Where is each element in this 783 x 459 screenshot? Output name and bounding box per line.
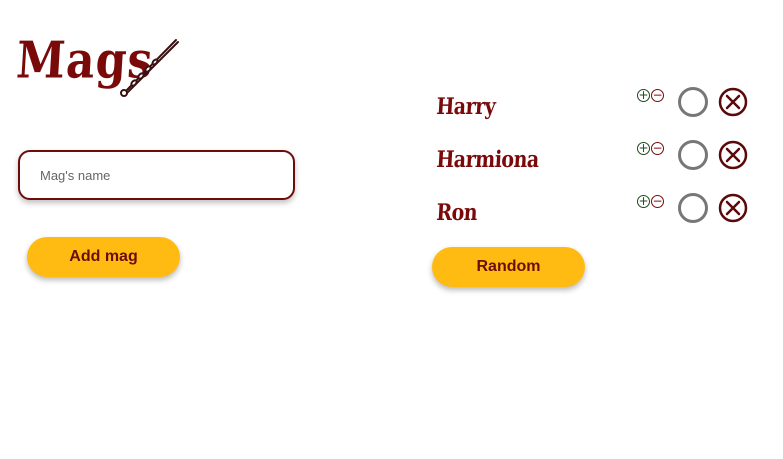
select-radio[interactable] [678, 140, 708, 170]
select-radio[interactable] [678, 193, 708, 223]
close-circle-icon[interactable] [718, 140, 748, 170]
mag-list-item: Harry + − [435, 87, 757, 130]
mag-list-item: Harmiona + − [435, 140, 757, 183]
minus-circle-icon[interactable]: − [651, 142, 664, 155]
plus-circle-icon[interactable]: + [637, 142, 650, 155]
close-circle-icon[interactable] [718, 87, 748, 117]
mag-name: Harry [435, 93, 496, 120]
mag-name: Harmiona [435, 146, 540, 173]
mag-name: Ron [435, 199, 478, 226]
wand-icon [120, 39, 179, 97]
close-circle-icon[interactable] [718, 193, 748, 223]
select-radio[interactable] [678, 87, 708, 117]
plus-circle-icon[interactable]: + [637, 195, 650, 208]
score-controls: + − [637, 192, 669, 208]
minus-circle-icon[interactable]: − [651, 89, 664, 102]
score-controls: + − [637, 86, 669, 102]
score-controls: + − [637, 139, 669, 155]
mag-name-input[interactable] [18, 150, 295, 200]
add-mag-button[interactable]: Add mag [27, 237, 180, 277]
mag-list-item: Ron + − [435, 193, 757, 236]
plus-circle-icon[interactable]: + [637, 89, 650, 102]
random-button[interactable]: Random [432, 247, 585, 287]
page: Mags Add mag Harry +− Harmiona +− [0, 0, 783, 459]
minus-circle-icon[interactable]: − [651, 195, 664, 208]
